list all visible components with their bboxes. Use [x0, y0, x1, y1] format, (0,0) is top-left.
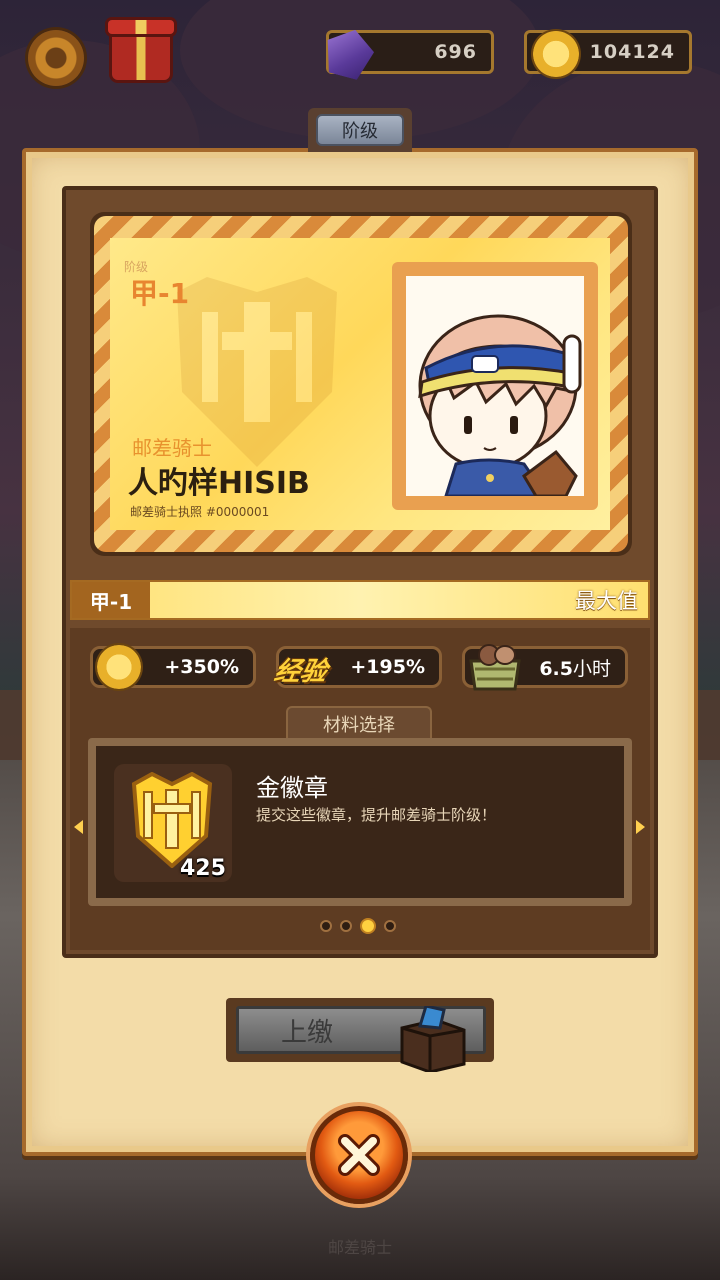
license-number: 邮差骑士执照 #0000001: [130, 505, 270, 519]
footer-label: 邮差骑士: [327, 1238, 392, 1257]
page-dot[interactable]: [340, 920, 352, 932]
rank-progress-label: 甲-1: [72, 582, 150, 618]
material-count: 425: [180, 856, 226, 881]
gift-icon[interactable]: [108, 20, 174, 80]
time-bonus-value: 6.5小时: [539, 657, 611, 680]
exp-bonus: 经验 +195%: [272, 646, 442, 688]
page-dot[interactable]: [384, 920, 396, 932]
material-description: 提交这些徽章，提升邮差骑士阶级！: [256, 806, 497, 824]
material-page-indicator: [320, 918, 396, 934]
coin-bonus: +350%: [90, 645, 256, 689]
material-select-tab: 材料选择: [286, 706, 432, 740]
coin-counter[interactable]: 104124: [524, 30, 692, 77]
close-x-icon: [338, 1134, 380, 1176]
gem-counter[interactable]: 696: [326, 30, 494, 74]
coin-count: 104124: [589, 41, 675, 63]
rank-progress-fill: [72, 582, 648, 618]
rank-value: 甲-1: [130, 277, 190, 310]
close-button[interactable]: [310, 1106, 408, 1204]
submission-box-icon: [400, 1006, 466, 1072]
coin-bonus-value: +350%: [164, 656, 239, 678]
time-bonus: 6.5小时: [462, 644, 628, 691]
gold-coin-icon: [533, 31, 579, 77]
page-dot[interactable]: [320, 920, 332, 932]
role-title: 邮差骑士: [132, 436, 212, 460]
postman-knight-portrait: [406, 276, 584, 496]
next-material-arrow-icon[interactable]: [636, 820, 645, 834]
page-dot[interactable]: [360, 918, 376, 934]
gold-badge-icon: [131, 772, 213, 868]
previous-material-arrow-icon[interactable]: [74, 820, 83, 834]
rank-progress-bar: 甲-1 最大值: [70, 580, 650, 620]
rank-max-status: 最大值: [575, 589, 638, 613]
gold-coin-icon: [97, 645, 141, 689]
gem-count: 696: [434, 41, 477, 63]
panel-title: 阶级: [316, 114, 404, 146]
player-name: 人旳样HISIB: [128, 466, 310, 501]
crate-icon: [469, 644, 521, 691]
exp-bonus-value: +195%: [350, 656, 425, 678]
material-name: 金徽章: [256, 774, 328, 802]
settings-gear-icon[interactable]: [28, 30, 84, 86]
exp-icon: 经验: [271, 657, 330, 687]
